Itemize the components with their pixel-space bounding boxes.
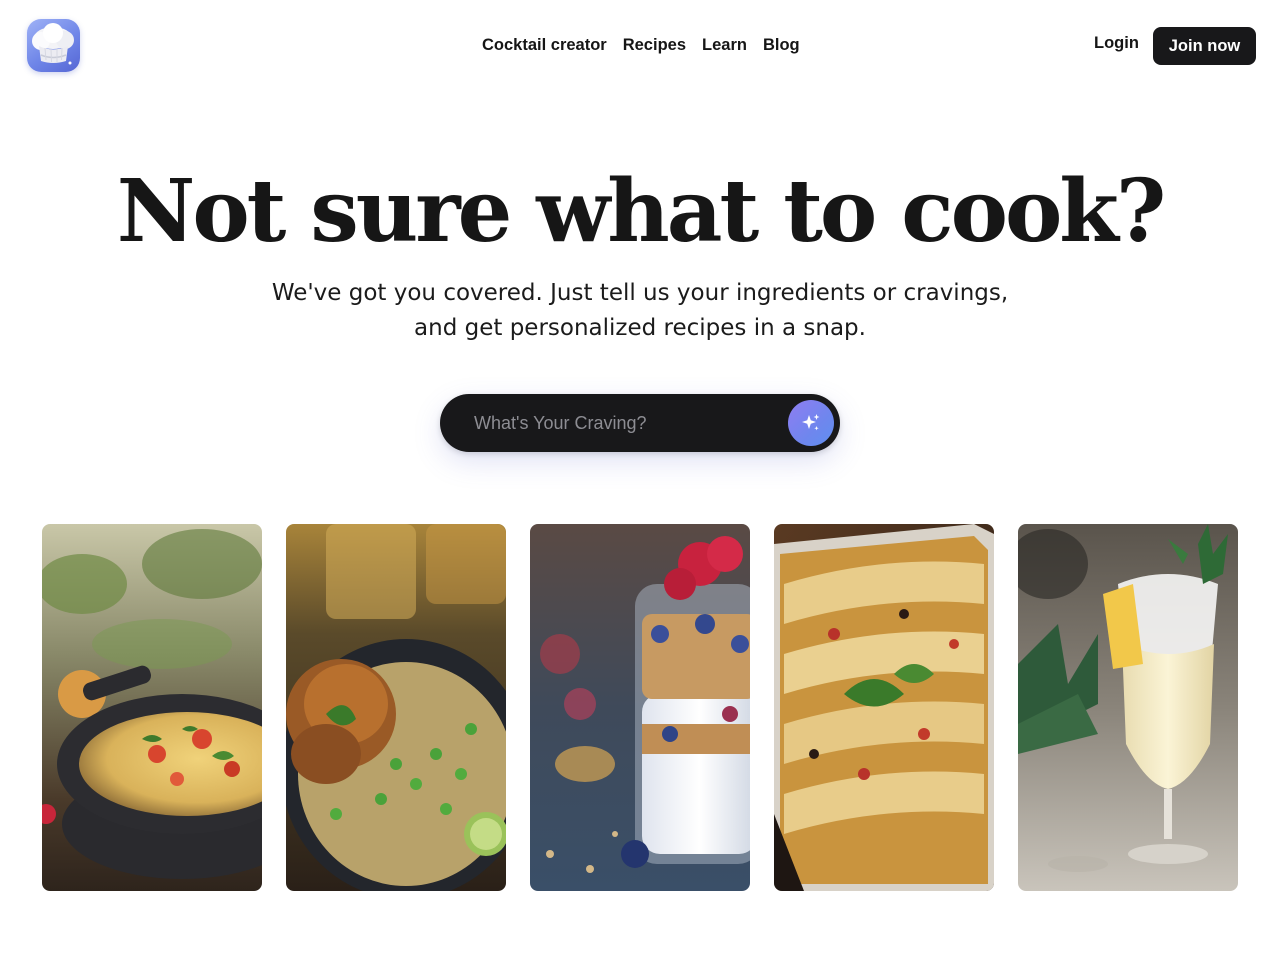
hero-title: Not sure what to cook? xyxy=(116,161,1167,262)
nav-cocktail-creator[interactable]: Cocktail creator xyxy=(482,36,607,55)
yogurt-parfait-jar-photo xyxy=(530,524,750,891)
hero-subtitle: We've got you covered. Just tell us your… xyxy=(240,276,1040,346)
chicken-rice-pan-photo xyxy=(286,524,506,891)
enchiladas-baking-dish-photo xyxy=(774,524,994,891)
chef-hat-logo-icon[interactable] xyxy=(27,19,80,72)
recipe-card-yogurt-parfait[interactable] xyxy=(530,524,750,891)
recipe-card-enchiladas[interactable] xyxy=(774,524,994,891)
craving-search-input[interactable] xyxy=(474,408,774,438)
nav-blog[interactable]: Blog xyxy=(763,36,800,55)
frittata-skillet-photo xyxy=(42,524,262,891)
recipe-card-pina-colada[interactable] xyxy=(1018,524,1238,891)
recipe-card-chicken-rice[interactable] xyxy=(286,524,506,891)
main-nav: Cocktail creator Recipes Learn Blog xyxy=(482,34,800,56)
site-header: Cocktail creator Recipes Learn Blog Logi… xyxy=(0,0,1280,92)
page: Cocktail creator Recipes Learn Blog Logi… xyxy=(0,0,1280,960)
recipe-card-frittata[interactable] xyxy=(42,524,262,891)
pina-colada-cocktail-photo xyxy=(1018,524,1238,891)
generate-button[interactable] xyxy=(788,400,834,446)
join-now-button[interactable]: Join now xyxy=(1153,27,1256,65)
hero-subtitle-line-1: We've got you covered. Just tell us your… xyxy=(271,280,1009,306)
login-link[interactable]: Login xyxy=(1094,34,1139,53)
hero-subtitle-line-2: and get personalized recipes in a snap. xyxy=(414,315,866,341)
recipe-gallery xyxy=(42,524,1238,891)
nav-recipes[interactable]: Recipes xyxy=(623,36,686,55)
nav-learn[interactable]: Learn xyxy=(702,36,747,55)
craving-search-bar xyxy=(440,394,840,452)
sparkle-icon xyxy=(802,414,820,431)
